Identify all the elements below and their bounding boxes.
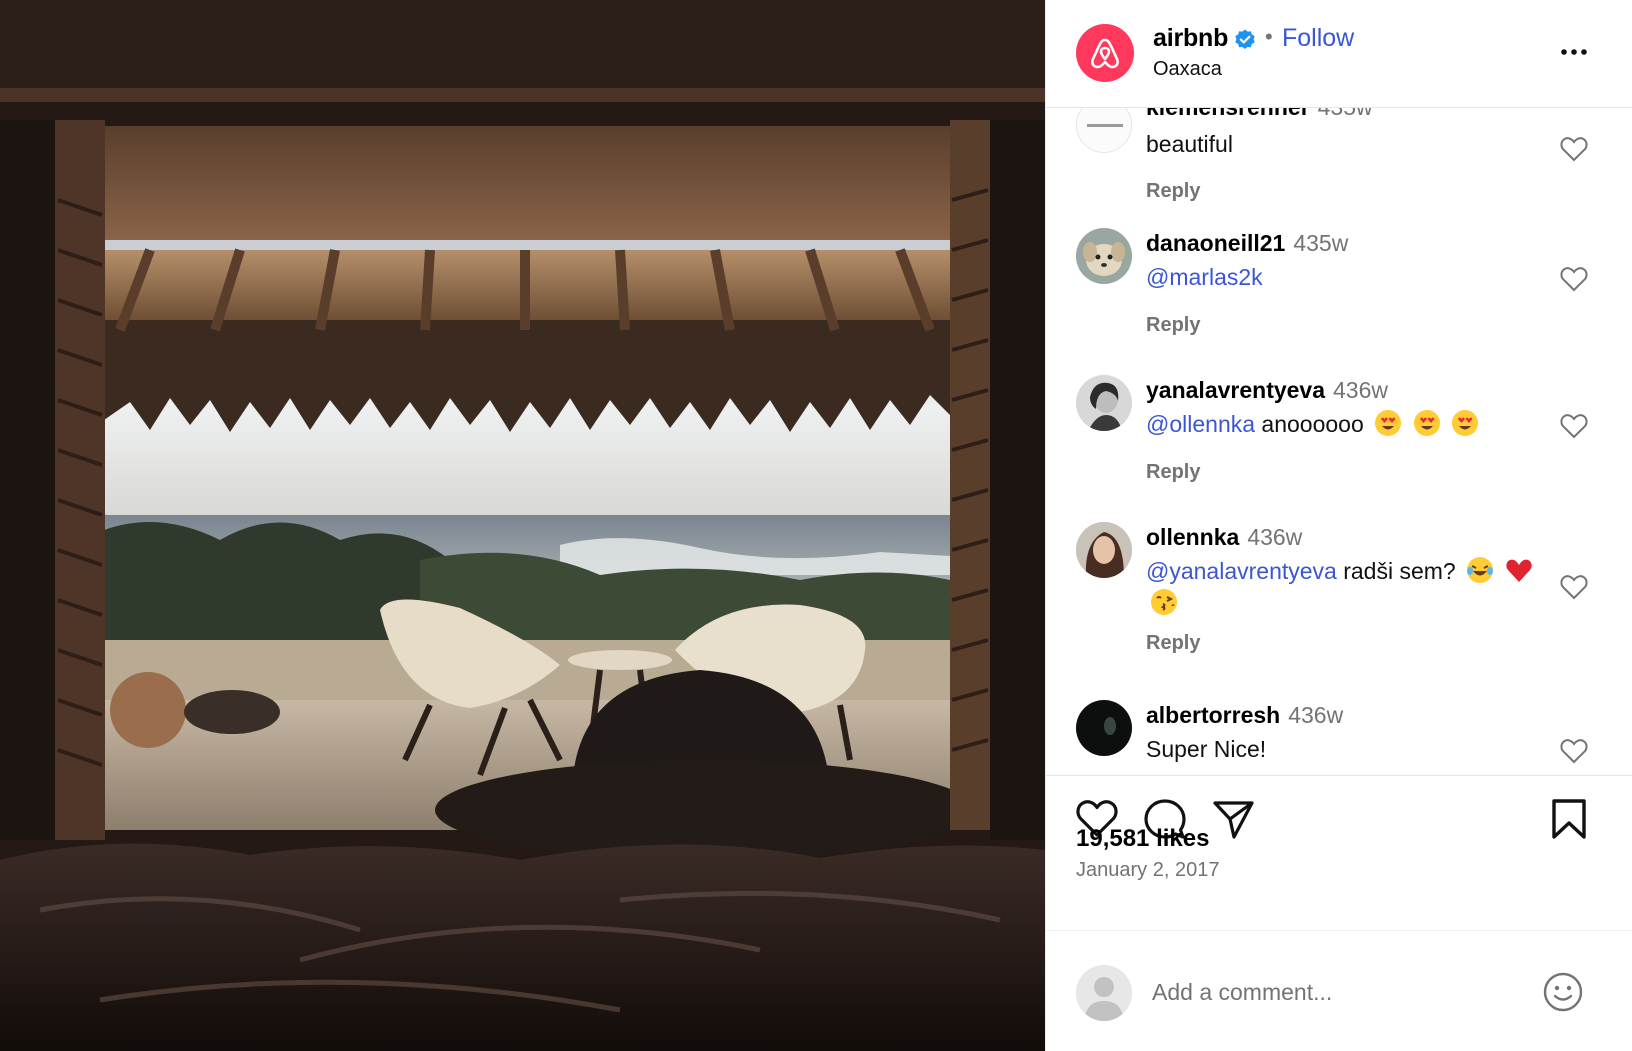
- post-photo[interactable]: [0, 0, 1045, 1051]
- commenter-avatar[interactable]: [1076, 522, 1132, 578]
- likes-count[interactable]: 19,581 likes: [1076, 825, 1209, 853]
- comment-like-heart-icon[interactable]: [1560, 413, 1588, 439]
- share-send-icon[interactable]: [1210, 796, 1256, 842]
- kissing-face-emoji-icon: [1151, 589, 1177, 615]
- heart-eyes-emoji-icon: [1451, 410, 1478, 436]
- avatar-image: [1076, 522, 1132, 578]
- mention-link[interactable]: @ollennka: [1146, 411, 1255, 437]
- airbnb-logo-icon: [1091, 38, 1119, 69]
- avatar-image: [1076, 375, 1132, 431]
- avatar-image: [1076, 700, 1132, 756]
- tears-of-joy-emoji-icon: [1467, 557, 1494, 583]
- commenter-avatar[interactable]: [1076, 700, 1132, 756]
- reply-button[interactable]: Reply: [1146, 632, 1200, 655]
- comments-list[interactable]: klemensrenner435w beautiful Reply: [1046, 108, 1632, 775]
- verified-badge-icon: [1235, 29, 1255, 49]
- comment-username[interactable]: ollennka 436w: [1146, 524, 1302, 551]
- avatar-image: [1076, 228, 1132, 284]
- comment-text: @marlas2k: [1146, 261, 1546, 293]
- avatar-image: [1077, 108, 1131, 152]
- post-side-panel: airbnb • Follow Oaxaca klemensrenner435w…: [1045, 0, 1632, 1051]
- comment-text: Super Nice!: [1146, 736, 1267, 762]
- photo-image: [0, 0, 1045, 1051]
- separator-dot: •: [1265, 24, 1273, 49]
- post-author-username[interactable]: airbnb: [1153, 24, 1228, 53]
- follow-button[interactable]: Follow: [1282, 24, 1354, 53]
- default-avatar-icon: [1076, 965, 1132, 1021]
- commenter-avatar[interactable]: [1076, 108, 1132, 153]
- post-header: airbnb • Follow Oaxaca: [1046, 0, 1632, 108]
- airbnb-avatar[interactable]: [1076, 24, 1134, 82]
- comment-like-heart-icon[interactable]: [1560, 266, 1588, 292]
- post-location[interactable]: Oaxaca: [1153, 58, 1222, 81]
- heart-eyes-emoji-icon: [1375, 410, 1402, 436]
- comment-username[interactable]: danaoneill21 435w: [1146, 230, 1348, 257]
- add-comment-bar: [1046, 930, 1632, 1051]
- current-user-avatar: [1076, 965, 1132, 1021]
- commenter-avatar[interactable]: [1076, 228, 1132, 284]
- comment-username[interactable]: klemensrenner435w: [1146, 108, 1373, 121]
- comment-like-heart-icon[interactable]: [1560, 136, 1588, 162]
- comment-username[interactable]: yanalavrentyeva 436w: [1146, 377, 1388, 404]
- emoji-picker-icon[interactable]: [1542, 971, 1584, 1013]
- reply-button[interactable]: Reply: [1146, 180, 1200, 203]
- more-options-icon[interactable]: [1556, 34, 1592, 70]
- red-heart-emoji-icon: [1505, 559, 1532, 582]
- save-bookmark-icon[interactable]: [1546, 796, 1592, 842]
- comment-like-heart-icon[interactable]: [1560, 738, 1588, 764]
- heart-eyes-emoji-icon: [1413, 410, 1440, 436]
- commenter-avatar[interactable]: [1076, 375, 1132, 431]
- mention-link[interactable]: @marlas2k: [1146, 264, 1263, 290]
- reply-button[interactable]: Reply: [1146, 314, 1200, 337]
- comment-text: @ollennka anoooooo: [1146, 408, 1566, 440]
- reply-button[interactable]: Reply: [1146, 461, 1200, 484]
- add-comment-input[interactable]: [1152, 967, 1512, 1017]
- post-date: January 2, 2017: [1076, 859, 1220, 881]
- comment-username[interactable]: albertorresh 436w: [1146, 702, 1343, 729]
- comment-text: beautiful: [1146, 131, 1233, 157]
- comment-text: @yanalavrentyeva radši sem?: [1146, 555, 1551, 619]
- comment-like-heart-icon[interactable]: [1560, 574, 1588, 600]
- mention-link[interactable]: @yanalavrentyeva: [1146, 558, 1337, 584]
